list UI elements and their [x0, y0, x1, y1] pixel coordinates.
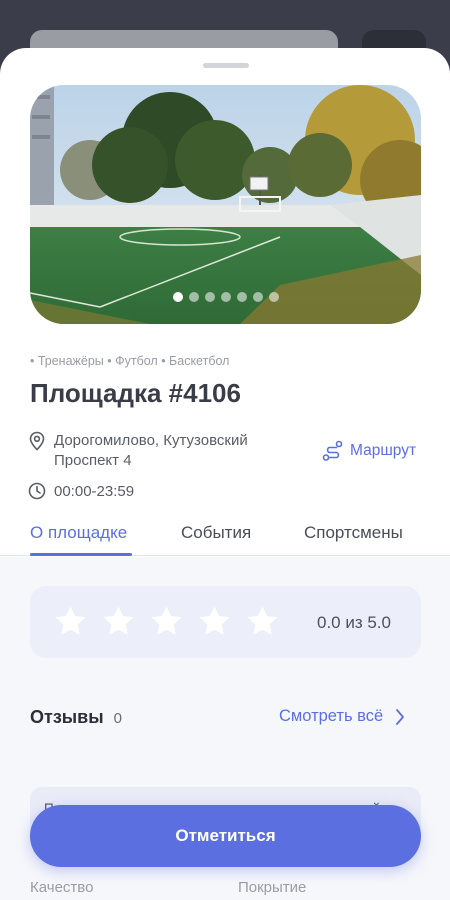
tab-athletes[interactable]: Спортсмены: [304, 523, 403, 543]
carousel-dot[interactable]: [188, 292, 199, 302]
star-icon[interactable]: [148, 603, 185, 640]
sheet-drag-handle[interactable]: [203, 63, 249, 68]
location-pin-icon: [29, 431, 45, 451]
star-icon[interactable]: [100, 603, 137, 640]
tab-about[interactable]: О площадке: [30, 523, 127, 543]
star-icon[interactable]: [52, 603, 89, 640]
check-in-button[interactable]: Отметиться: [30, 805, 421, 867]
chevron-right-icon: [396, 708, 405, 725]
hours-row: 00:00-23:59: [28, 482, 134, 500]
route-label: Маршрут: [350, 442, 417, 459]
carousel-dot[interactable]: [236, 292, 247, 302]
venue-address: Дорогомилово, Кутузовский Проспект 4: [54, 432, 248, 469]
carousel-indicator[interactable]: [30, 292, 421, 302]
star-icon[interactable]: [244, 603, 281, 640]
sport-tags: • Тренажёры • Футбол • Баскетбол: [30, 354, 230, 368]
opening-hours: 00:00-23:59: [54, 482, 135, 500]
carousel-dot[interactable]: [172, 292, 183, 302]
tab-events[interactable]: События: [181, 523, 251, 543]
address-row: Дорогомилово, Кутузовский Проспект 4: [28, 431, 304, 471]
reviews-header: Отзывы 0: [30, 707, 122, 728]
venue-bottom-sheet: • Тренажёры • Футбол • Баскетбол Площадк…: [0, 48, 450, 900]
reviews-count: 0: [113, 710, 122, 727]
surface-label: Покрытие: [238, 879, 307, 896]
rating-stars[interactable]: [52, 603, 281, 640]
carousel-dot[interactable]: [252, 292, 263, 302]
route-button[interactable]: Маршрут: [322, 440, 416, 462]
quality-label: Качество: [30, 879, 94, 896]
carousel-dot[interactable]: [220, 292, 231, 302]
carousel-dot[interactable]: [268, 292, 279, 302]
star-icon[interactable]: [196, 603, 233, 640]
rating-value: 0.0 из 5.0: [316, 613, 391, 632]
venue-title: Площадка #4106: [30, 378, 241, 408]
venue-photo: [30, 85, 421, 324]
see-all-reviews-link[interactable]: Смотреть всё: [279, 707, 405, 726]
route-icon: [322, 440, 343, 461]
active-tab-indicator: [30, 553, 132, 556]
clock-icon: [28, 482, 46, 500]
carousel-dot[interactable]: [204, 292, 215, 302]
venue-tabs: О площадке События Спортсмены: [0, 520, 450, 556]
venue-photo-carousel[interactable]: [30, 85, 421, 324]
reviews-title: Отзывы: [30, 707, 104, 727]
see-all-label: Смотреть всё: [279, 707, 384, 725]
rating-card: 0.0 из 5.0: [30, 586, 421, 658]
